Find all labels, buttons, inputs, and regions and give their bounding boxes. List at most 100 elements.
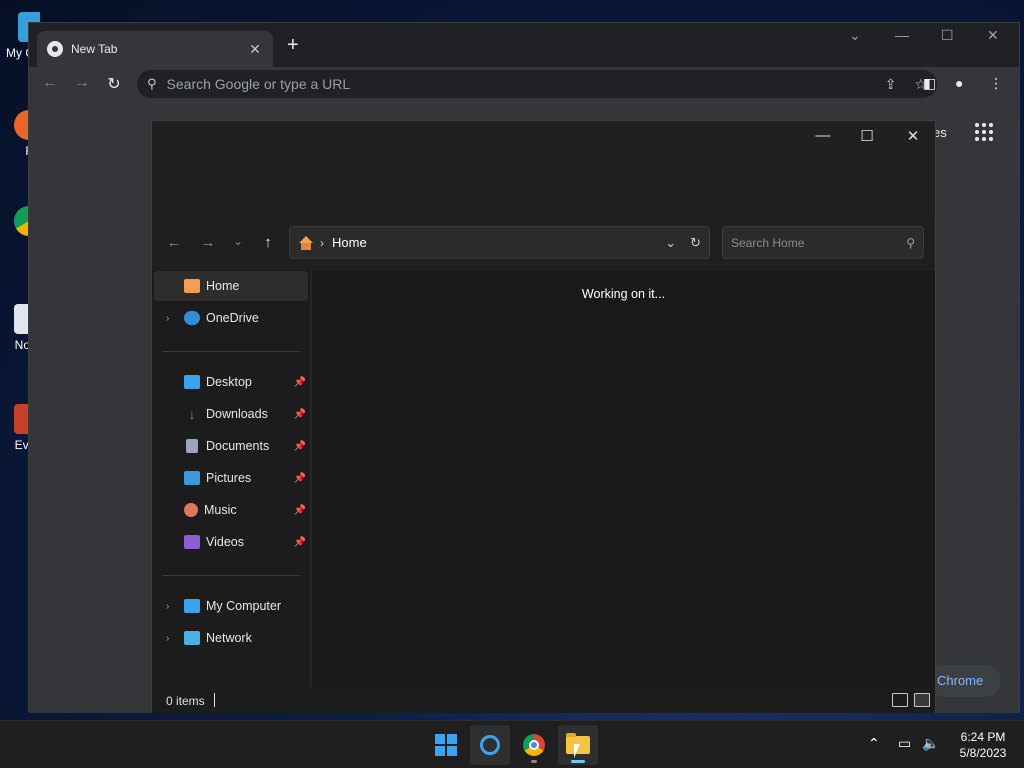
side-panel-icon[interactable]: ◧ [923,75,936,92]
nav-item-videos[interactable]: Videos 📌 [154,527,308,557]
nav-item-label: Pictures [206,471,252,485]
recent-locations-icon[interactable]: ⌄ [228,234,248,248]
profile-icon[interactable]: ● [955,75,963,91]
maximize-icon[interactable]: ☐ [941,27,954,44]
show-hidden-icons-chevron-icon[interactable]: ⌃ [868,735,880,752]
tab-new-tab[interactable]: New Tab ✕ [37,31,273,67]
home-icon [184,279,200,293]
address-bar[interactable]: › Home ⌄ ↻ [289,226,710,259]
tab-search-icon[interactable]: ⌄ [849,27,861,44]
nav-item-network[interactable]: › Network [154,623,308,653]
chevron-down-icon[interactable]: ⌄ [665,235,676,251]
maximize-icon[interactable]: ☐ [852,127,882,145]
nav-item-music[interactable]: Music 📌 [154,495,308,525]
nav-item-downloads[interactable]: ↓ Downloads 📌 [154,399,308,429]
pin-icon[interactable]: 📌 [294,441,306,452]
clock[interactable]: 6:24 PM 5/8/2023 [950,729,1016,761]
loading-message: Working on it... [581,287,666,301]
minimize-icon[interactable]: — [808,127,838,144]
explorer-titlebar: — ☐ ✕ [152,121,935,217]
minimize-icon[interactable]: — [895,27,909,43]
file-list-area[interactable]: Working on it... [312,271,935,687]
running-indicator [531,760,537,763]
customize-chrome-label: Chrome [937,673,984,688]
pin-icon[interactable]: 📌 [294,473,306,484]
up-icon[interactable]: ↑ [258,234,278,251]
large-icons-view-icon[interactable] [914,693,930,707]
nav-item-desktop[interactable]: Desktop 📌 [154,367,308,397]
nav-item-label: Documents [206,439,270,453]
forward-icon[interactable]: → [198,234,218,251]
navigation-pane: Home › OneDrive Desktop 📌 ↓ Downloads 📌 … [152,271,310,687]
omnibox[interactable]: ⚲ Search Google or type a URL ⇪ ☆ [137,70,937,98]
status-divider [214,693,215,707]
nav-item-pictures[interactable]: Pictures 📌 [154,463,308,493]
nav-item-label: Videos [206,535,244,549]
pin-icon[interactable]: 📌 [294,409,306,420]
close-icon[interactable]: ✕ [987,27,999,44]
new-tab-button[interactable]: + [287,35,299,55]
chevron-right-icon[interactable]: › [166,633,184,644]
back-icon[interactable]: ← [39,74,61,92]
nav-item-label: Downloads [206,407,268,421]
reload-icon[interactable]: ↻ [103,74,125,94]
item-count: 0 items [166,694,205,708]
windows-start-icon [435,734,457,756]
nav-item-label: Network [206,631,252,645]
nav-item-label: Desktop [206,375,252,389]
share-icon[interactable]: ⇪ [885,76,897,93]
customize-chrome-button[interactable]: Chrome [929,665,1001,697]
chrome-toolbar: ← → ↻ ⚲ Search Google or type a URL ⇪ ☆ … [29,67,1019,103]
home-icon [298,235,314,250]
network-icon [184,631,200,645]
nav-divider [162,575,300,576]
search-icon: ⚲ [906,235,915,250]
onedrive-icon [184,311,200,325]
running-indicator [571,760,585,763]
back-icon[interactable]: ← [164,234,184,251]
network-status-icon[interactable]: ▭ [898,735,911,752]
music-icon [184,503,198,517]
chrome-favicon-icon [47,41,63,57]
pin-icon[interactable]: 📌 [294,505,306,516]
details-view-icon[interactable] [892,693,908,707]
tab-close-icon[interactable]: ✕ [247,41,263,58]
status-bar: 0 items [152,687,935,713]
volume-icon[interactable]: 🔈 [922,735,939,752]
nav-item-label: OneDrive [206,311,259,325]
videos-icon [184,535,200,549]
nav-item-label: My Computer [206,599,282,613]
nav-item-my-computer[interactable]: › My Computer [154,591,308,621]
tab-title: New Tab [71,42,118,56]
search-box[interactable]: ⚲ [722,226,924,259]
chevron-right-icon[interactable]: › [166,601,184,612]
google-apps-icon[interactable] [975,123,993,141]
menu-kebab-icon[interactable]: ⋮ [989,75,1003,92]
omnibox-placeholder: Search Google or type a URL [166,76,351,92]
refresh-icon[interactable]: ↻ [690,235,701,251]
breadcrumb-separator[interactable]: › [320,236,324,250]
search-app-button[interactable] [470,725,510,765]
pin-icon[interactable]: 📌 [294,377,306,388]
nav-item-home[interactable]: Home [154,271,308,301]
mouse-cursor-icon [574,744,580,758]
nav-item-documents[interactable]: Documents 📌 [154,431,308,461]
forward-icon[interactable]: → [71,74,93,92]
computer-icon [184,599,200,613]
nav-item-label: Home [206,279,240,293]
taskbar: ⌃ ▭ 🔈 6:24 PM 5/8/2023 [0,720,1024,768]
start-button[interactable] [426,725,466,765]
documents-icon [186,439,198,453]
chrome-taskbar-button[interactable] [514,725,554,765]
nav-item-onedrive[interactable]: › OneDrive [154,303,308,333]
search-icon: ⚲ [147,76,157,91]
search-input[interactable] [731,235,907,250]
chrome-icon [523,734,545,756]
nav-item-label: Music [204,503,237,517]
clock-date: 5/8/2023 [959,746,1007,760]
close-icon[interactable]: ✕ [898,127,928,145]
search-app-icon [480,735,500,755]
chevron-right-icon[interactable]: › [166,313,184,324]
breadcrumb-home[interactable]: Home [332,235,651,250]
pin-icon[interactable]: 📌 [294,537,306,548]
